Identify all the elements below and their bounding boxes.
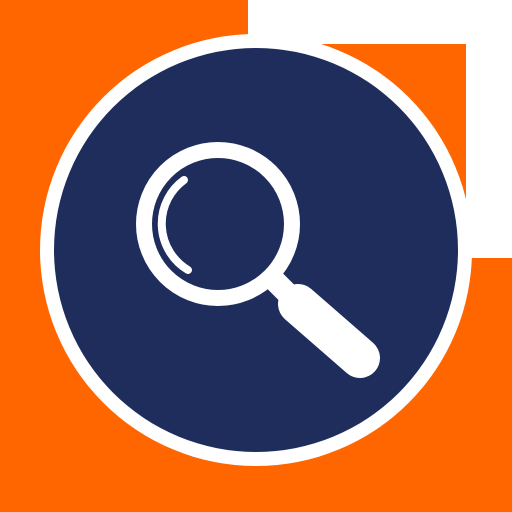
app-icon	[0, 0, 512, 512]
navy-circle	[54, 48, 458, 452]
search-badge	[40, 34, 472, 466]
